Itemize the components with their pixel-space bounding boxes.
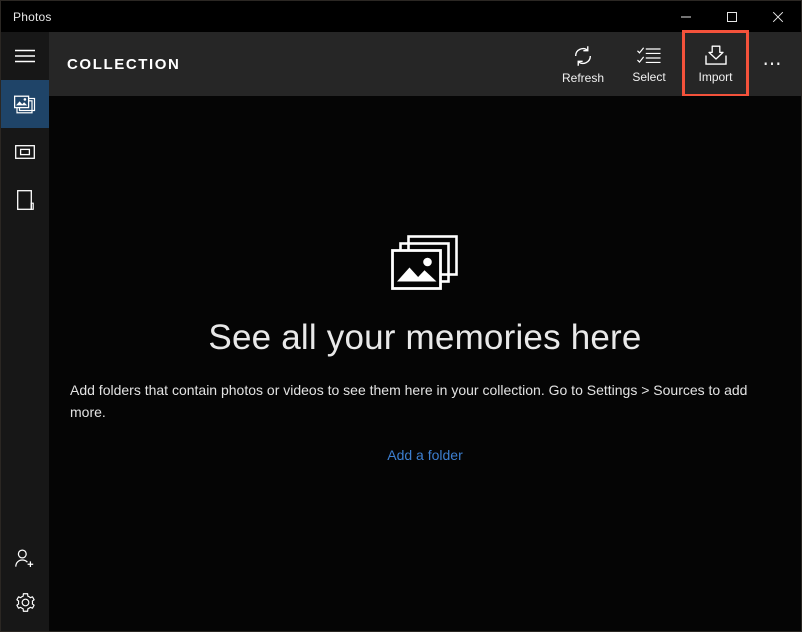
title-bar: Photos xyxy=(1,1,801,32)
add-person-icon xyxy=(14,549,36,569)
photos-stack-icon xyxy=(14,95,36,114)
album-icon xyxy=(15,144,35,160)
close-button[interactable] xyxy=(755,1,801,32)
maximize-icon xyxy=(726,11,738,23)
minimize-button[interactable] xyxy=(663,1,709,32)
import-download-icon xyxy=(704,45,727,66)
sidebar-item-albums[interactable] xyxy=(1,128,49,176)
select-checklist-icon xyxy=(637,46,661,66)
maximize-button[interactable] xyxy=(709,1,755,32)
see-more-button[interactable]: ⋯ xyxy=(749,32,797,96)
refresh-icon xyxy=(572,45,594,67)
page-title: COLLECTION xyxy=(67,55,181,73)
sidebar-item-collection[interactable] xyxy=(1,80,49,128)
add-a-folder-link[interactable]: Add a folder xyxy=(387,447,463,463)
minimize-icon xyxy=(680,11,692,23)
gear-icon xyxy=(15,592,36,613)
photos-stack-large-icon xyxy=(390,234,460,292)
photos-app-window: Photos COLLECTION Refresh Select Import … xyxy=(0,0,802,632)
select-label: Select xyxy=(632,69,666,84)
sidebar xyxy=(1,32,49,631)
app-title: Photos xyxy=(13,9,52,24)
sidebar-item-folders[interactable] xyxy=(1,176,49,224)
sidebar-item-people[interactable] xyxy=(1,535,49,583)
sidebar-item-settings[interactable] xyxy=(1,583,49,631)
sidebar-menu-button[interactable] xyxy=(1,32,49,80)
folder-book-icon xyxy=(16,190,34,210)
import-button[interactable]: Import xyxy=(682,30,749,97)
hamburger-icon xyxy=(15,49,35,63)
import-label: Import xyxy=(698,69,733,84)
refresh-label: Refresh xyxy=(561,70,605,85)
select-button[interactable]: Select xyxy=(616,32,682,96)
ellipsis-icon: ⋯ xyxy=(762,53,784,75)
refresh-button[interactable]: Refresh xyxy=(550,32,616,96)
close-icon xyxy=(772,11,784,23)
command-bar: COLLECTION Refresh Select Import ⋯ xyxy=(49,30,801,97)
empty-state-heading: See all your memories here xyxy=(208,318,642,357)
empty-state-description: Add folders that contain photos or video… xyxy=(70,382,748,420)
empty-state: See all your memories here Add folders t… xyxy=(49,96,801,631)
